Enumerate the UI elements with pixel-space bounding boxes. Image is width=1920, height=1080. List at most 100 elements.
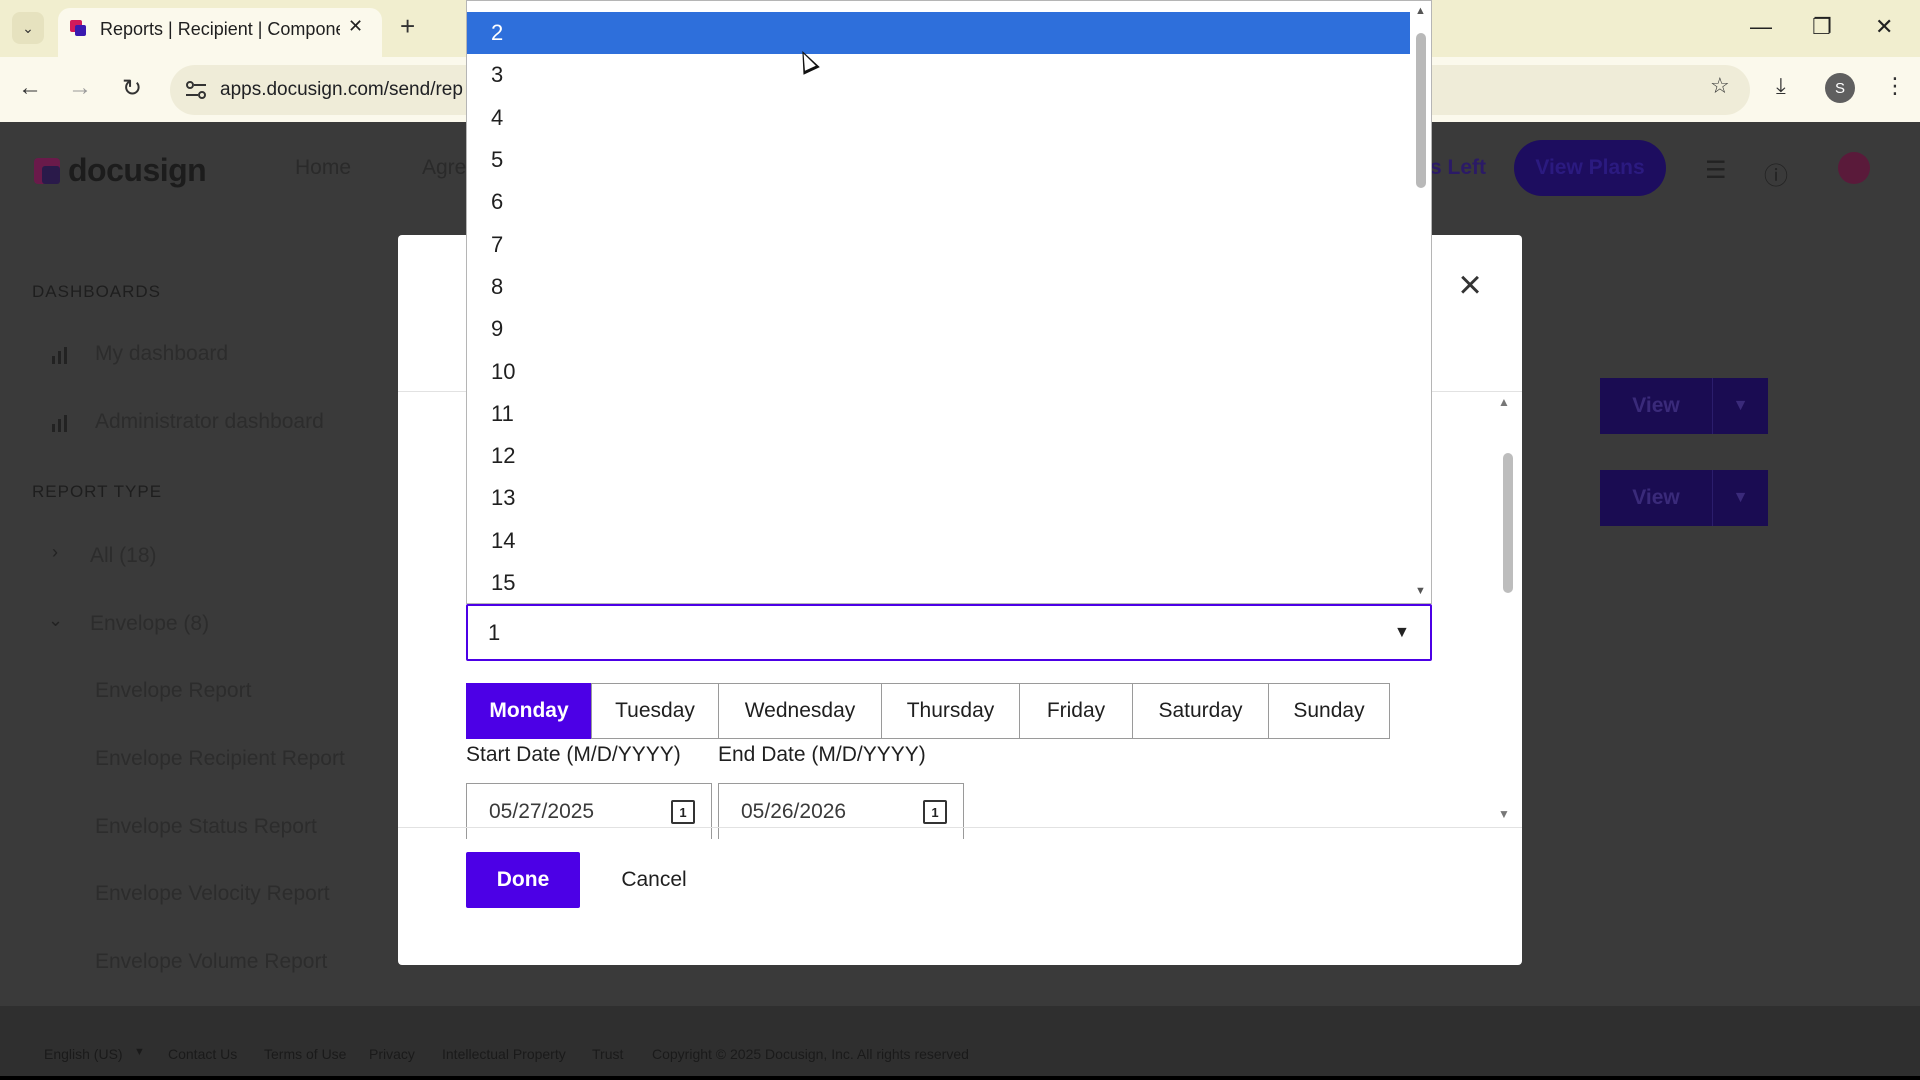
forward-arrow-icon[interactable]: →	[64, 74, 96, 102]
chevron-down-icon[interactable]: ⌄	[48, 610, 63, 631]
day-saturday[interactable]: Saturday	[1132, 683, 1269, 739]
report-type-heading: REPORT TYPE	[32, 482, 163, 501]
scroll-up-arrow-icon[interactable]: ▲	[1415, 5, 1426, 17]
sidebar-report-envelope-velocity[interactable]: Envelope Velocity Report	[95, 882, 330, 906]
sidebar-group-envelope[interactable]: Envelope (8)	[90, 612, 209, 636]
view-button[interactable]: View	[1600, 470, 1712, 526]
sidebar-report-envelope-recipient[interactable]: Envelope Recipient Report	[95, 747, 345, 771]
view-plans-button[interactable]: View Plans	[1514, 140, 1666, 196]
minimize-icon[interactable]: —	[1750, 14, 1772, 40]
repeat-every-dropdown-list: 2 3 4 5 6 7 8 9 10 11 12 13 14 15 ▲ ▼	[466, 0, 1432, 604]
done-button[interactable]: Done	[466, 852, 580, 908]
dropdown-option[interactable]: 2	[467, 12, 1410, 55]
sidebar-report-envelope[interactable]: Envelope Report	[95, 679, 251, 703]
bar-chart-icon	[52, 347, 67, 364]
browser-tab-active[interactable]: Reports | Recipient | Componen ✕	[58, 8, 382, 57]
docusign-favicon-icon	[70, 20, 86, 36]
view-button[interactable]: View	[1600, 378, 1712, 434]
footer-link-contact[interactable]: Contact Us	[168, 1046, 237, 1062]
footer-link-privacy[interactable]: Privacy	[369, 1046, 415, 1062]
sidebar-item-my-dashboard[interactable]: My dashboard	[95, 342, 228, 366]
back-arrow-icon[interactable]: ←	[14, 74, 46, 102]
dropdown-option[interactable]: 15	[467, 562, 1410, 603]
scroll-down-arrow-icon[interactable]: ▼	[1415, 585, 1426, 597]
dropdown-options: 2 3 4 5 6 7 8 9 10 11 12 13 14 15	[467, 12, 1410, 603]
dropdown-option[interactable]: 4	[467, 97, 1410, 139]
dropdown-option[interactable]: 12	[467, 435, 1410, 477]
dropdown-option[interactable]: 10	[467, 350, 1410, 392]
close-icon[interactable]: ×	[1450, 265, 1490, 305]
page-footer: English (US) ▼ Contact Us Terms of Use P…	[0, 1006, 1920, 1080]
day-sunday[interactable]: Sunday	[1268, 683, 1390, 739]
envelopes-left-text: s Left	[1430, 156, 1487, 179]
footer-link-ip[interactable]: Intellectual Property	[442, 1046, 566, 1062]
end-date-input[interactable]: 05/26/2026 1	[718, 783, 964, 839]
url-text: apps.docusign.com/send/rep	[220, 79, 463, 100]
cancel-button[interactable]: Cancel	[604, 852, 704, 908]
end-date-value: 05/26/2026	[741, 800, 847, 823]
day-friday[interactable]: Friday	[1019, 683, 1133, 739]
calendar-icon[interactable]: 1	[923, 800, 947, 824]
dropdown-option[interactable]: 14	[467, 520, 1410, 562]
new-tab-button[interactable]: +	[400, 11, 415, 42]
chevron-down-icon[interactable]: ▼	[1712, 378, 1768, 434]
footer-copyright: Copyright © 2025 Docusign, Inc. All righ…	[652, 1046, 969, 1062]
docusign-logo-mark-icon	[34, 157, 60, 184]
start-date-input[interactable]: 05/27/2025 1	[466, 783, 712, 839]
start-date-value: 05/27/2025	[489, 800, 595, 823]
dropdown-scrollbar[interactable]	[1416, 33, 1426, 188]
site-info-icon[interactable]	[184, 79, 208, 101]
tab-close-icon[interactable]: ✕	[348, 16, 363, 37]
select-value: 1	[488, 620, 501, 645]
profile-avatar[interactable]: S	[1825, 73, 1855, 103]
docusign-logo[interactable]: docusign	[34, 152, 207, 189]
sidebar-group-all[interactable]: All (18)	[90, 544, 157, 568]
day-wednesday[interactable]: Wednesday	[718, 683, 882, 739]
window-close-icon[interactable]: ✕	[1875, 14, 1893, 40]
weekday-selector: Monday Tuesday Wednesday Thursday Friday…	[466, 683, 1390, 739]
sidebar-item-admin-dashboard[interactable]: Administrator dashboard	[95, 410, 324, 434]
repeat-every-select[interactable]: 1 ▼	[466, 604, 1432, 661]
user-avatar[interactable]	[1838, 152, 1870, 184]
bar-chart-icon	[52, 415, 67, 432]
bookmark-star-icon[interactable]: ☆	[1710, 73, 1730, 99]
chevron-right-icon[interactable]: ›	[52, 542, 58, 563]
modal-divider	[398, 827, 1522, 828]
tab-search-button[interactable]: ⌄	[12, 12, 44, 44]
download-icon[interactable]: ⤓	[1776, 73, 1786, 99]
sidebar-report-envelope-status[interactable]: Envelope Status Report	[95, 815, 317, 839]
dropdown-option[interactable]: 8	[467, 266, 1410, 308]
start-date-label: Start Date (M/D/YYYY)	[466, 743, 681, 766]
calendar-icon[interactable]: 1	[671, 800, 695, 824]
sidebar-report-envelope-volume[interactable]: Envelope Volume Report	[95, 950, 327, 974]
task-list-icon[interactable]: ☰	[1705, 156, 1727, 185]
reload-icon[interactable]: ↻	[116, 74, 148, 103]
scroll-down-arrow-icon[interactable]: ▼	[1498, 807, 1510, 821]
dropdown-option[interactable]: 13	[467, 477, 1410, 519]
dropdown-option[interactable]: 6	[467, 181, 1410, 223]
scroll-up-arrow-icon[interactable]: ▲	[1498, 395, 1510, 409]
day-tuesday[interactable]: Tuesday	[591, 683, 719, 739]
dropdown-option[interactable]: 3	[467, 54, 1410, 96]
nav-agreements[interactable]: Agre	[422, 156, 466, 180]
dropdown-option[interactable]: 11	[467, 393, 1410, 435]
day-monday[interactable]: Monday	[466, 683, 592, 739]
screen-bottom-edge	[0, 1076, 1920, 1080]
footer-language-select[interactable]: English (US)	[44, 1046, 123, 1062]
chevron-down-icon[interactable]: ▼	[1712, 470, 1768, 526]
help-icon[interactable]: ⓘ	[1764, 156, 1788, 191]
dropdown-option[interactable]: 5	[467, 139, 1410, 181]
tab-title: Reports | Recipient | Componen	[100, 19, 340, 39]
caret-down-icon: ▼	[1394, 624, 1410, 641]
modal-scrollbar[interactable]	[1503, 453, 1513, 593]
footer-link-terms[interactable]: Terms of Use	[264, 1046, 346, 1062]
dropdown-option[interactable]: 7	[467, 223, 1410, 265]
caret-down-icon[interactable]: ▼	[134, 1046, 145, 1058]
dropdown-option[interactable]: 9	[467, 308, 1410, 350]
day-thursday[interactable]: Thursday	[881, 683, 1020, 739]
nav-home[interactable]: Home	[295, 156, 351, 180]
restore-icon[interactable]: ❐	[1812, 14, 1832, 40]
browser-menu-icon[interactable]: ⋮	[1884, 73, 1906, 99]
dashboards-heading: DASHBOARDS	[32, 282, 162, 301]
footer-link-trust[interactable]: Trust	[592, 1046, 623, 1062]
